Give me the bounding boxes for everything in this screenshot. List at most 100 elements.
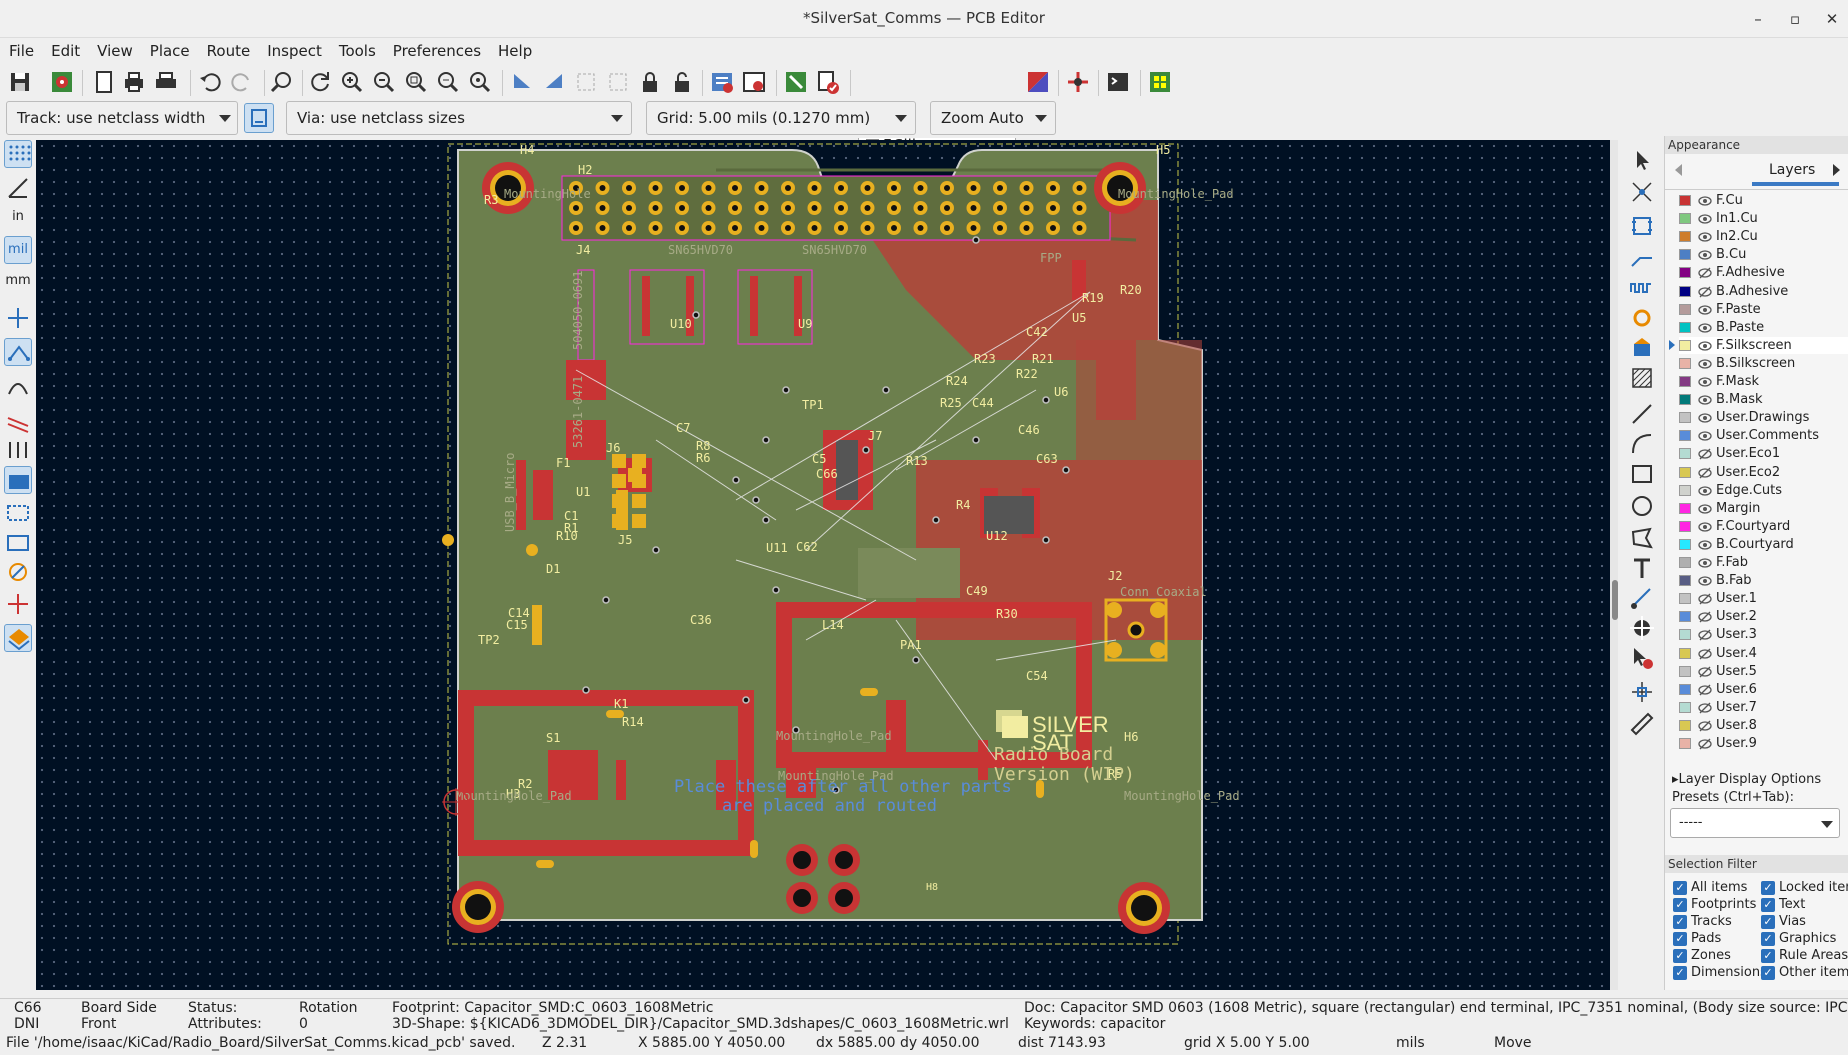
eye-hidden-icon[interactable] bbox=[1698, 683, 1712, 697]
layer-row[interactable]: F.Adhesive bbox=[1679, 264, 1848, 281]
layer-row[interactable]: F.Cu bbox=[1679, 192, 1848, 209]
presets-select[interactable]: ----- bbox=[1670, 808, 1840, 838]
layer-row[interactable]: User.3 bbox=[1679, 626, 1848, 643]
eye-icon[interactable] bbox=[1698, 538, 1712, 552]
add-target-icon[interactable] bbox=[1628, 614, 1656, 642]
layer-color-swatch[interactable] bbox=[1679, 629, 1691, 641]
dimension-icon[interactable] bbox=[1628, 584, 1656, 612]
layer-color-swatch[interactable] bbox=[1679, 303, 1691, 315]
eye-hidden-icon[interactable] bbox=[1698, 610, 1712, 624]
layer-color-swatch[interactable] bbox=[1679, 285, 1691, 297]
layers-manager-icon[interactable] bbox=[4, 624, 32, 652]
checkbox-icon[interactable]: ✓ bbox=[1761, 932, 1775, 946]
scripting-console-icon[interactable] bbox=[1104, 68, 1132, 96]
plot-icon[interactable] bbox=[152, 68, 180, 96]
layer-row[interactable]: B.Mask bbox=[1679, 391, 1848, 408]
layer-color-swatch[interactable] bbox=[1679, 357, 1691, 369]
local-ratsnest-icon[interactable] bbox=[1628, 178, 1656, 206]
drc-icon[interactable] bbox=[814, 68, 842, 96]
eye-icon[interactable] bbox=[1698, 248, 1712, 262]
eye-icon[interactable] bbox=[1698, 502, 1712, 516]
eye-icon[interactable] bbox=[1698, 411, 1712, 425]
track-width-select[interactable]: Track: use netclass width bbox=[6, 101, 238, 135]
menu-help[interactable]: Help bbox=[489, 38, 540, 62]
vias-outline-icon[interactable] bbox=[4, 558, 32, 586]
layer-color-swatch[interactable] bbox=[1679, 321, 1691, 333]
eye-icon[interactable] bbox=[1698, 194, 1712, 208]
grid-origin-icon[interactable] bbox=[1628, 678, 1656, 706]
footprint-editor-icon[interactable] bbox=[782, 68, 810, 96]
eye-hidden-icon[interactable] bbox=[1698, 466, 1712, 480]
show-tracks-icon[interactable] bbox=[4, 406, 32, 434]
checkbox-icon[interactable]: ✓ bbox=[1673, 966, 1687, 980]
layer-row[interactable]: User.1 bbox=[1679, 590, 1848, 607]
layer-color-swatch[interactable] bbox=[1679, 520, 1691, 532]
polar-coords-icon[interactable] bbox=[4, 174, 32, 202]
layer-row[interactable]: Edge.Cuts bbox=[1679, 482, 1848, 499]
update-pcb-icon[interactable] bbox=[740, 68, 768, 96]
layer-row[interactable]: B.Cu bbox=[1679, 246, 1848, 263]
unlock-icon[interactable] bbox=[668, 68, 696, 96]
layer-row[interactable]: User.9 bbox=[1679, 735, 1848, 752]
layer-color-swatch[interactable] bbox=[1679, 412, 1691, 424]
rotate-cw-icon[interactable] bbox=[540, 68, 568, 96]
checkbox-icon[interactable]: ✓ bbox=[1761, 881, 1775, 895]
measure-icon[interactable] bbox=[1628, 710, 1656, 738]
grid-toggle-icon[interactable] bbox=[4, 140, 32, 168]
eye-hidden-icon[interactable] bbox=[1698, 628, 1712, 642]
layer-row[interactable]: F.Courtyard bbox=[1679, 518, 1848, 535]
layer-color-swatch[interactable] bbox=[1679, 195, 1691, 206]
layer-row[interactable]: F.Mask bbox=[1679, 373, 1848, 390]
layer-color-swatch[interactable] bbox=[1679, 738, 1691, 749]
via-size-select[interactable]: Via: use netclass sizes bbox=[286, 101, 632, 135]
layer-row[interactable]: F.Paste bbox=[1679, 301, 1848, 318]
layer-color-swatch[interactable] bbox=[1679, 683, 1691, 695]
select-arrow-icon[interactable] bbox=[1628, 146, 1656, 174]
layer-color-swatch[interactable] bbox=[1679, 430, 1691, 442]
zoom-in-icon[interactable] bbox=[338, 68, 366, 96]
layer-color-swatch[interactable] bbox=[1679, 448, 1691, 460]
tab-left-icon[interactable] bbox=[1675, 164, 1682, 176]
route-track-icon[interactable] bbox=[1628, 244, 1656, 272]
eye-icon[interactable] bbox=[1698, 520, 1712, 534]
layer-pair-icon[interactable] bbox=[1024, 68, 1052, 96]
layer-color-swatch[interactable] bbox=[1679, 665, 1691, 677]
eye-icon[interactable] bbox=[1698, 230, 1712, 244]
layer-row[interactable]: User.5 bbox=[1679, 663, 1848, 680]
layer-color-swatch[interactable] bbox=[1679, 339, 1691, 351]
eye-hidden-icon[interactable] bbox=[1698, 719, 1712, 733]
eye-hidden-icon[interactable] bbox=[1698, 592, 1712, 606]
menu-tools[interactable]: Tools bbox=[330, 38, 384, 62]
maximize-icon[interactable]: ▫ bbox=[1782, 8, 1808, 30]
checkbox-icon[interactable]: ✓ bbox=[1673, 915, 1687, 929]
high-contrast-icon[interactable] bbox=[4, 434, 32, 462]
layer-color-swatch[interactable] bbox=[1679, 376, 1691, 387]
mil-units-button[interactable]: mil bbox=[4, 236, 32, 264]
add-zone-icon[interactable] bbox=[1628, 334, 1656, 362]
menu-file[interactable]: File bbox=[0, 38, 42, 62]
layer-row[interactable]: User.Comments bbox=[1679, 427, 1848, 444]
board-setup-icon[interactable] bbox=[48, 68, 76, 96]
layer-color-swatch[interactable] bbox=[1679, 231, 1691, 243]
checkbox-icon[interactable]: ✓ bbox=[1761, 898, 1775, 912]
draw-polygon-icon[interactable] bbox=[1628, 524, 1656, 552]
add-footprint-icon[interactable] bbox=[1628, 212, 1656, 240]
eye-icon[interactable] bbox=[1698, 375, 1712, 389]
eye-hidden-icon[interactable] bbox=[1698, 266, 1712, 280]
auto-track-width-icon[interactable] bbox=[244, 103, 274, 133]
layer-row[interactable]: B.Adhesive bbox=[1679, 283, 1848, 300]
layer-row[interactable]: B.Paste bbox=[1679, 319, 1848, 336]
layer-color-swatch[interactable] bbox=[1679, 484, 1691, 496]
draw-line-icon[interactable] bbox=[1628, 400, 1656, 428]
layer-row[interactable]: Margin bbox=[1679, 500, 1848, 517]
layer-row[interactable]: User.Drawings bbox=[1679, 409, 1848, 426]
mm-units-button[interactable]: mm bbox=[4, 268, 32, 296]
eye-icon[interactable] bbox=[1698, 357, 1712, 371]
print-icon[interactable] bbox=[120, 68, 148, 96]
checkbox-icon[interactable]: ✓ bbox=[1673, 898, 1687, 912]
layer-color-swatch[interactable] bbox=[1679, 213, 1691, 225]
eye-hidden-icon[interactable] bbox=[1698, 447, 1712, 461]
eye-hidden-icon[interactable] bbox=[1698, 665, 1712, 679]
zoom-fit-icon[interactable] bbox=[402, 68, 430, 96]
layer-color-swatch[interactable] bbox=[1679, 593, 1691, 605]
